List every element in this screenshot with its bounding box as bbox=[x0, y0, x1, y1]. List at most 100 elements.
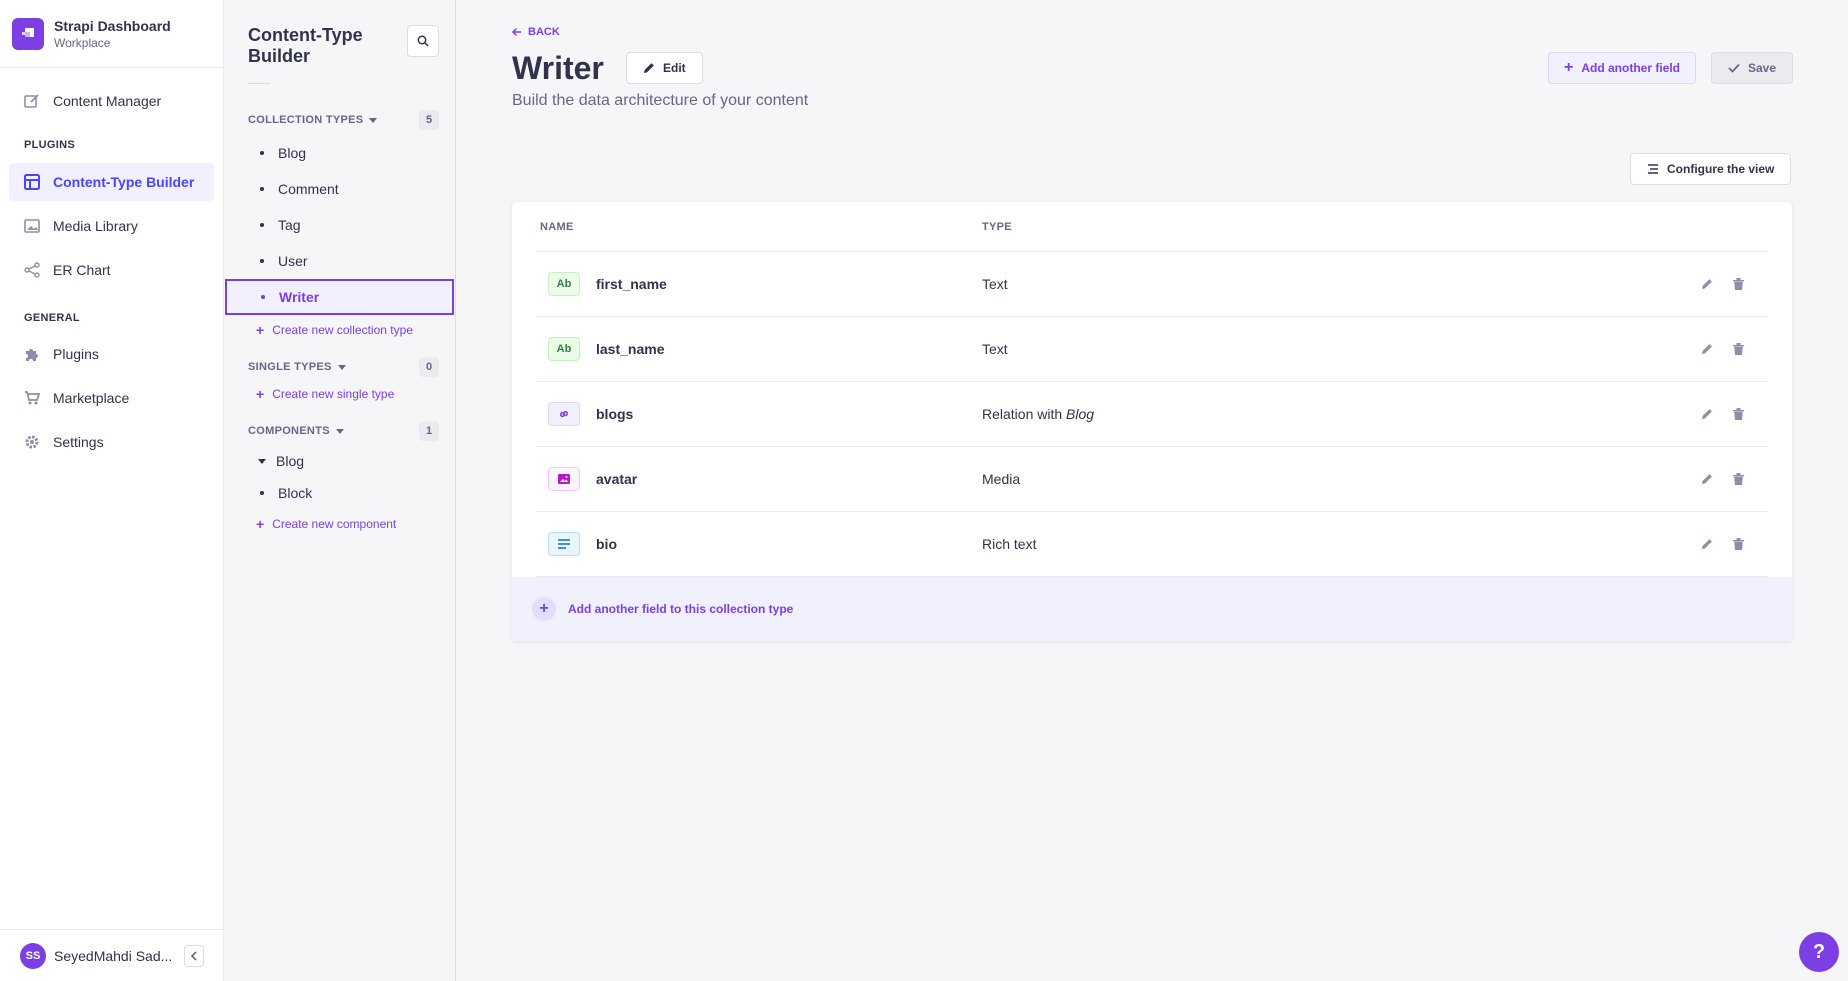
back-label: BACK bbox=[528, 26, 560, 38]
list-item-label: Tag bbox=[278, 217, 301, 233]
caret-down-icon bbox=[335, 428, 344, 434]
chevron-left-icon bbox=[190, 950, 197, 961]
section-single-types[interactable]: SINGLE TYPES 0 bbox=[224, 355, 455, 379]
table-row[interactable]: Ab last_name Text bbox=[536, 317, 1768, 382]
nav-item-label: Settings bbox=[53, 434, 104, 450]
collapse-nav-button[interactable] bbox=[184, 944, 204, 967]
image-icon bbox=[24, 219, 40, 233]
search-button[interactable] bbox=[407, 25, 439, 57]
delete-field-trash-icon[interactable] bbox=[1733, 343, 1744, 355]
puzzle-icon bbox=[26, 349, 38, 361]
field-name: avatar bbox=[596, 471, 638, 487]
table-row[interactable]: Ab first_name Text bbox=[536, 252, 1768, 317]
list-item-comment[interactable]: Comment bbox=[224, 171, 455, 207]
delete-field-trash-icon[interactable] bbox=[1733, 473, 1744, 485]
brand[interactable]: Strapi Dashboard Workplace bbox=[0, 0, 223, 68]
list-item-label: Writer bbox=[279, 289, 320, 305]
field-type: Text bbox=[982, 341, 1008, 357]
section-label: COLLECTION TYPES bbox=[248, 114, 364, 126]
table-row[interactable]: bio Rich text bbox=[536, 512, 1768, 577]
nav-item-media-library[interactable]: Media Library bbox=[9, 207, 214, 245]
edit-field-pencil-icon[interactable] bbox=[1701, 473, 1713, 485]
field-type: Text bbox=[982, 276, 1008, 292]
help-button[interactable]: ? bbox=[1799, 932, 1839, 972]
plus-icon: + bbox=[256, 516, 265, 532]
nav-item-content-manager[interactable]: Content Manager bbox=[9, 82, 214, 120]
brand-subtitle: Workplace bbox=[54, 35, 111, 50]
create-collection-type-link[interactable]: + Create new collection type bbox=[224, 315, 455, 345]
nav-item-label: Marketplace bbox=[53, 390, 130, 406]
configure-view-button[interactable]: Configure the view bbox=[1630, 153, 1792, 185]
component-group-blog[interactable]: Blog bbox=[224, 445, 455, 477]
nav-section-general: GENERAL bbox=[24, 312, 80, 324]
list-item-label: Comment bbox=[278, 181, 339, 197]
caret-down-icon bbox=[258, 458, 266, 464]
count-badge: 5 bbox=[419, 110, 439, 130]
edit-field-pencil-icon[interactable] bbox=[1701, 408, 1713, 420]
field-name: blogs bbox=[596, 406, 634, 422]
nav-item-label: ER Chart bbox=[53, 262, 111, 278]
nav-item-label: Content Manager bbox=[53, 93, 162, 109]
save-button[interactable]: Save bbox=[1711, 52, 1794, 84]
add-another-field-button[interactable]: + Add another field bbox=[1548, 52, 1697, 84]
nav-item-label: Media Library bbox=[53, 218, 138, 234]
gear-icon bbox=[25, 435, 39, 449]
list-icon bbox=[1648, 164, 1658, 174]
section-components[interactable]: COMPONENTS 1 bbox=[224, 419, 455, 443]
text-field-icon: Ab bbox=[548, 272, 580, 296]
group-label: Blog bbox=[276, 453, 305, 469]
nav-item-label: Plugins bbox=[53, 346, 99, 362]
field-name: first_name bbox=[596, 276, 667, 292]
media-icon bbox=[548, 467, 580, 491]
delete-field-trash-icon[interactable] bbox=[1733, 538, 1744, 550]
text-field-icon: Ab bbox=[548, 337, 580, 361]
section-label: COMPONENTS bbox=[248, 425, 330, 437]
plus-icon: + bbox=[1564, 59, 1574, 76]
avatar[interactable]: SS bbox=[20, 942, 46, 969]
content-type-subnav: Content-Type Builder COLLECTION TYPES 5 … bbox=[224, 0, 456, 981]
list-item-label: User bbox=[278, 253, 308, 269]
button-label: Save bbox=[1748, 61, 1777, 75]
button-label: Configure the view bbox=[1667, 162, 1775, 176]
list-item-user[interactable]: User bbox=[224, 243, 455, 279]
edit-field-pencil-icon[interactable] bbox=[1701, 538, 1713, 550]
list-item-tag[interactable]: Tag bbox=[224, 207, 455, 243]
delete-field-trash-icon[interactable] bbox=[1733, 278, 1744, 290]
column-header-type: TYPE bbox=[982, 220, 1012, 233]
edit-button[interactable]: Edit bbox=[626, 52, 703, 84]
relation-type-label: Relation with bbox=[982, 406, 1067, 422]
add-field-to-collection-row[interactable]: + Add another field to this collection t… bbox=[512, 577, 1792, 641]
table-row[interactable]: blogs Relation with Blog bbox=[536, 382, 1768, 447]
relation-icon bbox=[548, 402, 580, 426]
main-content: BACK Writer Edit Build the data architec… bbox=[456, 0, 1848, 981]
nav-item-content-type-builder[interactable]: Content-Type Builder bbox=[9, 163, 214, 201]
list-item-block[interactable]: Block bbox=[224, 477, 455, 509]
richtext-icon bbox=[548, 532, 580, 556]
subnav-title: Content-Type Builder bbox=[248, 25, 363, 66]
field-name: last_name bbox=[596, 341, 665, 357]
table-header: NAME TYPE bbox=[536, 202, 1768, 252]
nav-item-plugins[interactable]: Plugins bbox=[9, 335, 214, 373]
create-single-type-link[interactable]: + Create new single type bbox=[224, 379, 455, 409]
list-item-writer[interactable]: Writer bbox=[225, 279, 454, 315]
edit-field-pencil-icon[interactable] bbox=[1701, 343, 1713, 355]
user-footer: SS SeyedMahdi Sad... bbox=[0, 929, 224, 981]
relation-target: Blog bbox=[1066, 406, 1095, 422]
nav-item-marketplace[interactable]: Marketplace bbox=[9, 379, 214, 417]
search-icon bbox=[417, 35, 429, 47]
nav-item-settings[interactable]: Settings bbox=[9, 423, 214, 461]
field-type: Relation with Blog bbox=[982, 406, 1701, 422]
plus-circle-icon: + bbox=[532, 597, 556, 621]
back-link[interactable]: BACK bbox=[512, 26, 560, 38]
main-nav: Strapi Dashboard Workplace Content Manag… bbox=[0, 0, 224, 981]
user-name[interactable]: SeyedMahdi Sad... bbox=[54, 948, 184, 964]
table-row[interactable]: avatar Media bbox=[536, 447, 1768, 512]
section-label: SINGLE TYPES bbox=[248, 361, 332, 373]
page-title: Writer bbox=[512, 50, 604, 86]
delete-field-trash-icon[interactable] bbox=[1733, 408, 1744, 420]
edit-field-pencil-icon[interactable] bbox=[1701, 278, 1713, 290]
create-component-link[interactable]: + Create new component bbox=[224, 509, 455, 539]
nav-item-er-chart[interactable]: ER Chart bbox=[9, 251, 214, 289]
list-item-blog[interactable]: Blog bbox=[224, 135, 455, 171]
section-collection-types[interactable]: COLLECTION TYPES 5 bbox=[224, 108, 455, 132]
